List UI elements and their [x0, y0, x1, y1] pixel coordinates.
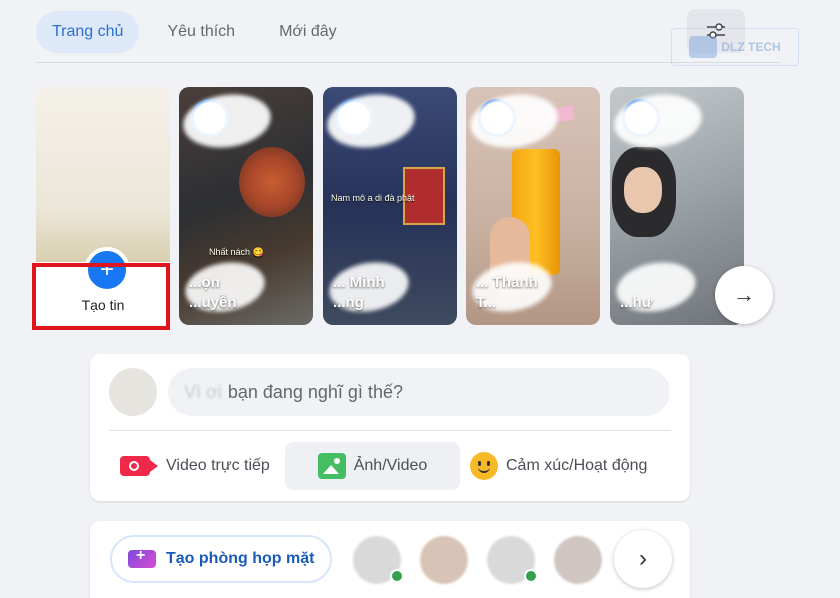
highlight-box [32, 263, 170, 330]
live-video-icon [120, 456, 158, 476]
whats-on-your-mind-input[interactable]: Vì ơi bạn đang nghĩ gì thế? [168, 368, 670, 416]
tab-favorites[interactable]: Yêu thích [151, 11, 251, 53]
watermark-logo [689, 36, 718, 58]
story-card[interactable]: Nhất nách 😋 ...ọn ...uyễn [179, 87, 313, 325]
online-indicator [390, 569, 404, 583]
story-overlay-text: Nhất nách 😋 [209, 247, 264, 257]
story-author-name: ...ọn ...uyễn [189, 274, 237, 311]
story-card[interactable]: Nam mô a di đà phật ... Minh ...ng [323, 87, 457, 325]
photo-video-button[interactable]: Ảnh/Video [285, 442, 460, 490]
live-video-label: Video trực tiếp [166, 457, 270, 474]
placeholder-text: bạn đang nghĩ gì thế? [227, 381, 403, 402]
feeling-activity-icon [470, 452, 498, 480]
feeling-activity-label: Cảm xúc/Hoạt động [506, 457, 648, 474]
feed-tabs: Trang chủ Yêu thích Mới đây [36, 10, 353, 54]
create-room-label: Tạo phòng họp mặt [166, 550, 315, 567]
rooms-bar: Tạo phòng họp mặt › [90, 521, 690, 598]
create-room-button[interactable]: Tạo phòng họp mặt [110, 535, 332, 583]
watermark-text: DLZ TECH [721, 40, 781, 54]
story-image [624, 167, 662, 213]
story-image [239, 147, 305, 217]
redaction-scribble [179, 89, 275, 153]
story-author-name: ... Thanh T... [476, 274, 538, 311]
story-card[interactable]: ... Thanh T... [466, 87, 600, 325]
live-video-button[interactable]: Video trực tiếp [110, 442, 280, 490]
redaction-scribble [323, 89, 419, 153]
photo-video-icon [317, 453, 346, 479]
redaction-scribble [466, 89, 562, 153]
tab-divider [36, 62, 780, 63]
chevron-right-icon: › [639, 545, 647, 572]
photo-video-label: Ảnh/Video [353, 457, 428, 474]
story-author-name: ... Minh ...ng [333, 274, 385, 311]
rooms-next-button[interactable]: › [614, 530, 672, 588]
watermark: DLZ TECH [671, 28, 799, 66]
post-composer: Vì ơi bạn đang nghĩ gì thế? Video trực t… [90, 354, 690, 501]
contact-avatar[interactable] [420, 536, 468, 584]
story-overlay-text: Nam mô a di đà phật [331, 193, 415, 203]
tab-home[interactable]: Trang chủ [36, 11, 140, 53]
create-story-photo [36, 87, 170, 262]
online-indicator [524, 569, 538, 583]
feeling-activity-button[interactable]: Cảm xúc/Hoạt động [460, 442, 657, 490]
stories-next-button[interactable]: → [715, 266, 773, 324]
video-room-icon [128, 547, 156, 568]
contact-avatar[interactable] [554, 536, 602, 584]
redaction-scribble [610, 89, 706, 153]
tab-recent[interactable]: Mới đây [263, 11, 353, 53]
placeholder-redacted: Vì ơi [184, 381, 222, 402]
avatar[interactable] [109, 368, 157, 416]
composer-divider [109, 430, 671, 431]
arrow-right-icon: → [733, 282, 755, 307]
stories-tray: + Tạo tin Nhất nách 😋 ...ọn ...uyễn Nam … [0, 87, 840, 330]
